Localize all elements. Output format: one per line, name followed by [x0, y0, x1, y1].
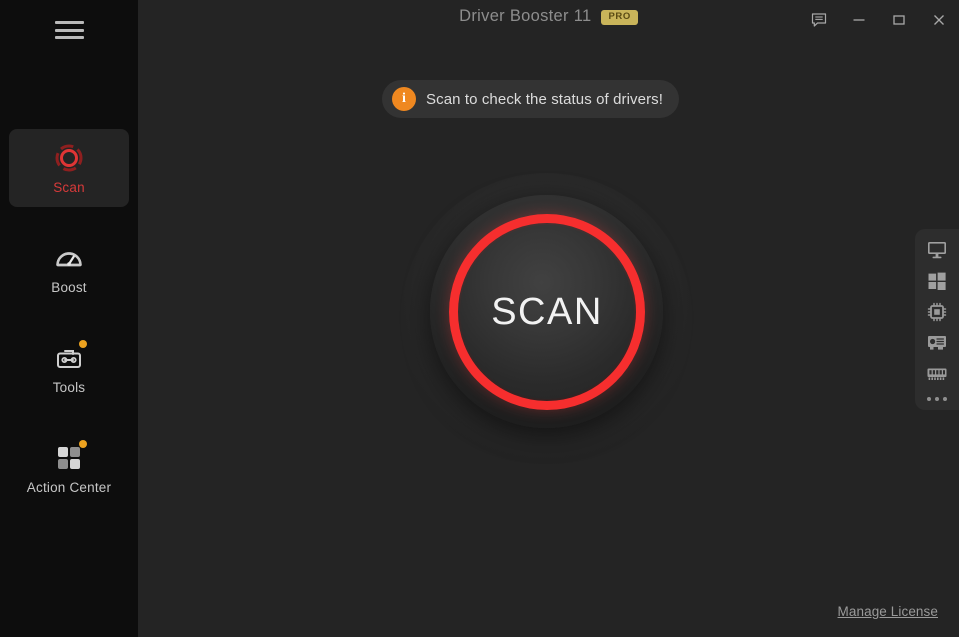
maximize-icon[interactable]	[879, 0, 919, 40]
page-title: Driver Booster 11	[459, 7, 592, 25]
cpu-chip-icon[interactable]	[924, 301, 950, 323]
scan-icon	[52, 141, 86, 175]
notification-badge	[79, 340, 87, 349]
scan-button-label: SCAN	[491, 290, 603, 333]
sidebar-item-label: Tools	[52, 380, 86, 396]
window-controls	[799, 0, 959, 40]
sidebar-item-boost[interactable]: Boost	[9, 229, 129, 307]
grid-squares-icon	[52, 440, 87, 475]
main-content: Driver Booster 11 PRO i Scan to check th…	[138, 0, 959, 637]
sidebar-item-action-center[interactable]: Action Center	[9, 429, 129, 507]
hamburger-menu-icon[interactable]	[55, 21, 84, 39]
dot	[943, 397, 947, 401]
sidebar-nav: Scan Boost Tools Action Center	[0, 129, 138, 524]
pro-badge: PRO	[601, 10, 638, 25]
graphics-card-icon[interactable]	[924, 332, 950, 354]
scan-button-area: SCAN	[401, 173, 692, 464]
notification-badge	[79, 440, 87, 449]
dot	[935, 397, 939, 401]
feedback-icon[interactable]	[799, 0, 839, 40]
memory-ram-icon[interactable]	[924, 363, 950, 385]
status-banner-text: Scan to check the status of drivers!	[426, 90, 664, 108]
windows-logo-icon[interactable]	[924, 270, 950, 292]
minimize-icon[interactable]	[839, 0, 879, 40]
sidebar-item-label: Boost	[51, 280, 87, 296]
hamburger-line	[55, 21, 84, 24]
hamburger-line	[55, 36, 84, 39]
manage-license-link[interactable]: Manage License	[838, 604, 938, 619]
more-options-icon[interactable]	[927, 397, 947, 401]
sidebar: Scan Boost Tools Action Center	[0, 0, 138, 637]
hamburger-line	[55, 28, 84, 32]
monitor-icon[interactable]	[924, 239, 950, 261]
titlebar: Driver Booster 11 PRO	[138, 0, 959, 40]
hardware-dock	[915, 229, 959, 410]
sidebar-item-scan[interactable]: Scan	[9, 129, 129, 207]
speedometer-icon	[52, 241, 86, 275]
info-icon: i	[392, 87, 416, 111]
toolbox-icon	[52, 340, 87, 375]
sidebar-item-label: Action Center	[26, 480, 112, 496]
dot	[927, 397, 931, 401]
scan-button[interactable]: SCAN	[460, 225, 634, 399]
sidebar-item-label: Scan	[53, 180, 85, 196]
sidebar-item-tools[interactable]: Tools	[9, 329, 129, 407]
close-icon[interactable]	[919, 0, 959, 40]
status-banner[interactable]: i Scan to check the status of drivers!	[382, 80, 680, 118]
driver-booster-window: Scan Boost Tools Action Center Driver Bo…	[0, 0, 959, 637]
